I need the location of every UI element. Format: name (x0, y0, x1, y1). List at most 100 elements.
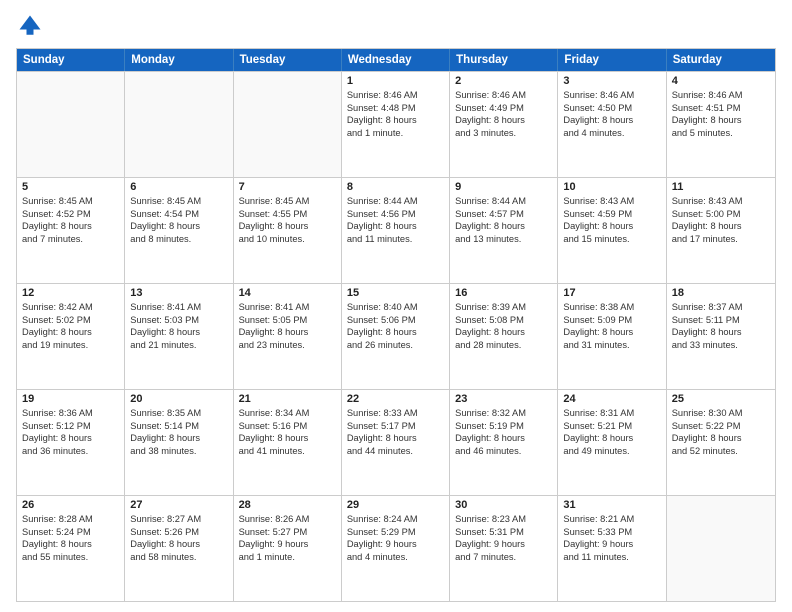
calendar-cell-7: 7 Sunrise: 8:45 AM Sunset: 4:55 PM Daylig… (234, 178, 342, 283)
calendar-cell-24: 24 Sunrise: 8:31 AM Sunset: 5:21 PM Dayli… (558, 390, 666, 495)
cell-info: Sunrise: 8:45 AM Sunset: 4:52 PM Dayligh… (22, 195, 119, 245)
calendar-cell-13: 13 Sunrise: 8:41 AM Sunset: 5:03 PM Dayli… (125, 284, 233, 389)
day-number: 11 (672, 181, 770, 193)
day-number: 24 (563, 393, 660, 405)
cell-info: Sunrise: 8:41 AM Sunset: 5:03 PM Dayligh… (130, 301, 227, 351)
calendar-cell-29: 29 Sunrise: 8:24 AM Sunset: 5:29 PM Dayli… (342, 496, 450, 601)
calendar-cell-16: 16Sunrise: 8:39 AM Sunset: 5:08 PM Dayli… (450, 284, 558, 389)
calendar: SundayMondayTuesdayWednesdayThursdayFrid… (16, 48, 776, 602)
calendar-cell-6: 6 Sunrise: 8:45 AM Sunset: 4:54 PM Daylig… (125, 178, 233, 283)
day-number: 7 (239, 181, 336, 193)
day-number: 17 (563, 287, 660, 299)
calendar-cell-2: 2 Sunrise: 8:46 AM Sunset: 4:49 PM Daylig… (450, 72, 558, 177)
calendar-cell-20: 20Sunrise: 8:35 AM Sunset: 5:14 PM Dayli… (125, 390, 233, 495)
calendar-cell-14: 14Sunrise: 8:41 AM Sunset: 5:05 PM Dayli… (234, 284, 342, 389)
cell-info: Sunrise: 8:46 AM Sunset: 4:48 PM Dayligh… (347, 89, 444, 139)
header-day-monday: Monday (125, 49, 233, 71)
calendar-cell-3: 3 Sunrise: 8:46 AM Sunset: 4:50 PM Daylig… (558, 72, 666, 177)
header-day-sunday: Sunday (17, 49, 125, 71)
day-number: 10 (563, 181, 660, 193)
day-number: 19 (22, 393, 119, 405)
day-number: 2 (455, 75, 552, 87)
header-day-friday: Friday (558, 49, 666, 71)
header-day-wednesday: Wednesday (342, 49, 450, 71)
day-number: 16 (455, 287, 552, 299)
day-number: 4 (672, 75, 770, 87)
calendar-cell-4: 4 Sunrise: 8:46 AM Sunset: 4:51 PM Daylig… (667, 72, 775, 177)
cell-info: Sunrise: 8:23 AM Sunset: 5:31 PM Dayligh… (455, 513, 552, 563)
cell-info: Sunrise: 8:27 AM Sunset: 5:26 PM Dayligh… (130, 513, 227, 563)
cell-info: Sunrise: 8:42 AM Sunset: 5:02 PM Dayligh… (22, 301, 119, 351)
cell-info: Sunrise: 8:36 AM Sunset: 5:12 PM Dayligh… (22, 407, 119, 457)
cell-info: Sunrise: 8:45 AM Sunset: 4:54 PM Dayligh… (130, 195, 227, 245)
calendar-cell-empty (234, 72, 342, 177)
day-number: 20 (130, 393, 227, 405)
calendar-cell-12: 12 Sunrise: 8:42 AM Sunset: 5:02 PM Dayli… (17, 284, 125, 389)
day-number: 5 (22, 181, 119, 193)
cell-info: Sunrise: 8:31 AM Sunset: 5:21 PM Dayligh… (563, 407, 660, 457)
calendar-body: 1Sunrise: 8:46 AM Sunset: 4:48 PM Daylig… (17, 71, 775, 601)
calendar-cell-27: 27 Sunrise: 8:27 AM Sunset: 5:26 PM Dayli… (125, 496, 233, 601)
cell-info: Sunrise: 8:44 AM Sunset: 4:57 PM Dayligh… (455, 195, 552, 245)
cell-info: Sunrise: 8:26 AM Sunset: 5:27 PM Dayligh… (239, 513, 336, 563)
calendar-cell-28: 28Sunrise: 8:26 AM Sunset: 5:27 PM Dayli… (234, 496, 342, 601)
header (16, 12, 776, 40)
calendar-cell-18: 18 Sunrise: 8:37 AM Sunset: 5:11 PM Dayli… (667, 284, 775, 389)
header-day-tuesday: Tuesday (234, 49, 342, 71)
cell-info: Sunrise: 8:33 AM Sunset: 5:17 PM Dayligh… (347, 407, 444, 457)
cell-info: Sunrise: 8:34 AM Sunset: 5:16 PM Dayligh… (239, 407, 336, 457)
day-number: 13 (130, 287, 227, 299)
cell-info: Sunrise: 8:45 AM Sunset: 4:55 PM Dayligh… (239, 195, 336, 245)
calendar-cell-11: 11 Sunrise: 8:43 AM Sunset: 5:00 PM Dayli… (667, 178, 775, 283)
calendar-row-1: 5 Sunrise: 8:45 AM Sunset: 4:52 PM Daylig… (17, 177, 775, 283)
cell-info: Sunrise: 8:38 AM Sunset: 5:09 PM Dayligh… (563, 301, 660, 351)
day-number: 8 (347, 181, 444, 193)
cell-info: Sunrise: 8:44 AM Sunset: 4:56 PM Dayligh… (347, 195, 444, 245)
cell-info: Sunrise: 8:32 AM Sunset: 5:19 PM Dayligh… (455, 407, 552, 457)
calendar-cell-19: 19 Sunrise: 8:36 AM Sunset: 5:12 PM Dayli… (17, 390, 125, 495)
calendar-cell-1: 1Sunrise: 8:46 AM Sunset: 4:48 PM Daylig… (342, 72, 450, 177)
calendar-header: SundayMondayTuesdayWednesdayThursdayFrid… (17, 49, 775, 71)
cell-info: Sunrise: 8:37 AM Sunset: 5:11 PM Dayligh… (672, 301, 770, 351)
calendar-cell-30: 30 Sunrise: 8:23 AM Sunset: 5:31 PM Dayli… (450, 496, 558, 601)
day-number: 14 (239, 287, 336, 299)
calendar-row-4: 26 Sunrise: 8:28 AM Sunset: 5:24 PM Dayli… (17, 495, 775, 601)
day-number: 18 (672, 287, 770, 299)
logo-icon (16, 12, 44, 40)
header-day-thursday: Thursday (450, 49, 558, 71)
calendar-cell-empty (125, 72, 233, 177)
calendar-cell-9: 9 Sunrise: 8:44 AM Sunset: 4:57 PM Daylig… (450, 178, 558, 283)
calendar-cell-23: 23 Sunrise: 8:32 AM Sunset: 5:19 PM Dayli… (450, 390, 558, 495)
cell-info: Sunrise: 8:46 AM Sunset: 4:49 PM Dayligh… (455, 89, 552, 139)
cell-info: Sunrise: 8:43 AM Sunset: 5:00 PM Dayligh… (672, 195, 770, 245)
day-number: 26 (22, 499, 119, 511)
day-number: 3 (563, 75, 660, 87)
day-number: 12 (22, 287, 119, 299)
calendar-cell-26: 26 Sunrise: 8:28 AM Sunset: 5:24 PM Dayli… (17, 496, 125, 601)
calendar-row-2: 12 Sunrise: 8:42 AM Sunset: 5:02 PM Dayli… (17, 283, 775, 389)
day-number: 9 (455, 181, 552, 193)
calendar-cell-31: 31Sunrise: 8:21 AM Sunset: 5:33 PM Dayli… (558, 496, 666, 601)
calendar-cell-21: 21 Sunrise: 8:34 AM Sunset: 5:16 PM Dayli… (234, 390, 342, 495)
calendar-cell-empty (667, 496, 775, 601)
calendar-cell-10: 10Sunrise: 8:43 AM Sunset: 4:59 PM Dayli… (558, 178, 666, 283)
cell-info: Sunrise: 8:46 AM Sunset: 4:51 PM Dayligh… (672, 89, 770, 139)
cell-info: Sunrise: 8:24 AM Sunset: 5:29 PM Dayligh… (347, 513, 444, 563)
day-number: 22 (347, 393, 444, 405)
day-number: 31 (563, 499, 660, 511)
day-number: 15 (347, 287, 444, 299)
page: SundayMondayTuesdayWednesdayThursdayFrid… (0, 0, 792, 612)
cell-info: Sunrise: 8:40 AM Sunset: 5:06 PM Dayligh… (347, 301, 444, 351)
calendar-cell-15: 15 Sunrise: 8:40 AM Sunset: 5:06 PM Dayli… (342, 284, 450, 389)
day-number: 27 (130, 499, 227, 511)
cell-info: Sunrise: 8:46 AM Sunset: 4:50 PM Dayligh… (563, 89, 660, 139)
day-number: 6 (130, 181, 227, 193)
day-number: 23 (455, 393, 552, 405)
calendar-row-3: 19 Sunrise: 8:36 AM Sunset: 5:12 PM Dayli… (17, 389, 775, 495)
day-number: 29 (347, 499, 444, 511)
calendar-cell-22: 22 Sunrise: 8:33 AM Sunset: 5:17 PM Dayli… (342, 390, 450, 495)
header-day-saturday: Saturday (667, 49, 775, 71)
day-number: 30 (455, 499, 552, 511)
day-number: 21 (239, 393, 336, 405)
cell-info: Sunrise: 8:28 AM Sunset: 5:24 PM Dayligh… (22, 513, 119, 563)
